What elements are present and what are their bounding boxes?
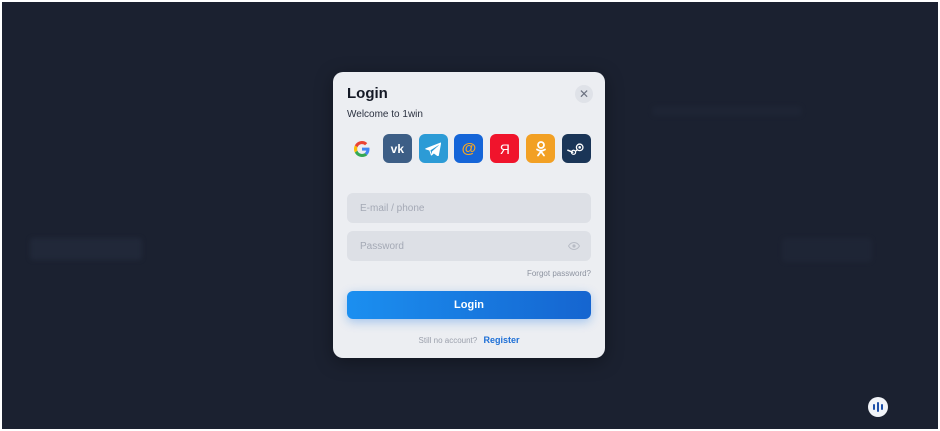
yandex-login-button[interactable]: Я (490, 134, 520, 163)
telegram-icon (425, 142, 442, 156)
telegram-login-button[interactable] (418, 134, 448, 163)
register-prompt: Still no account? (418, 336, 478, 345)
background-block (30, 238, 142, 260)
background-block (782, 238, 872, 262)
page-background: Login Welcome to 1win ✕ vk @ Я E-mail / … (2, 2, 938, 429)
steam-icon (567, 142, 585, 155)
social-login-row: vk @ Я (347, 134, 591, 163)
mailru-icon: @ (461, 140, 477, 157)
password-field[interactable] (347, 231, 591, 261)
modal-title: Login (347, 85, 388, 102)
login-button[interactable]: Login (347, 291, 591, 319)
vk-icon: vk (390, 141, 404, 156)
vk-login-button[interactable]: vk (382, 134, 412, 163)
google-login-button[interactable] (347, 134, 376, 163)
email-input[interactable] (358, 201, 580, 215)
close-icon: ✕ (578, 87, 590, 101)
odnoklassniki-login-button[interactable] (526, 134, 556, 163)
mailru-login-button[interactable]: @ (454, 134, 484, 163)
password-input[interactable] (358, 239, 568, 253)
yandex-icon: Я (499, 140, 510, 157)
sound-bars-icon (873, 402, 883, 412)
forgot-password-link[interactable]: Forgot password? (527, 269, 591, 278)
odnoklassniki-icon (535, 140, 546, 156)
eye-icon[interactable] (568, 242, 580, 250)
background-block (652, 106, 802, 116)
support-button[interactable] (868, 397, 888, 417)
close-button[interactable]: ✕ (575, 85, 593, 103)
register-row: Still no account? Register (333, 335, 605, 345)
register-link[interactable]: Register (483, 335, 519, 345)
modal-subtitle: Welcome to 1win (347, 109, 423, 120)
google-icon (353, 140, 369, 157)
steam-login-button[interactable] (561, 134, 591, 163)
login-modal: Login Welcome to 1win ✕ vk @ Я E-mail / … (333, 72, 605, 358)
email-field[interactable] (347, 193, 591, 223)
